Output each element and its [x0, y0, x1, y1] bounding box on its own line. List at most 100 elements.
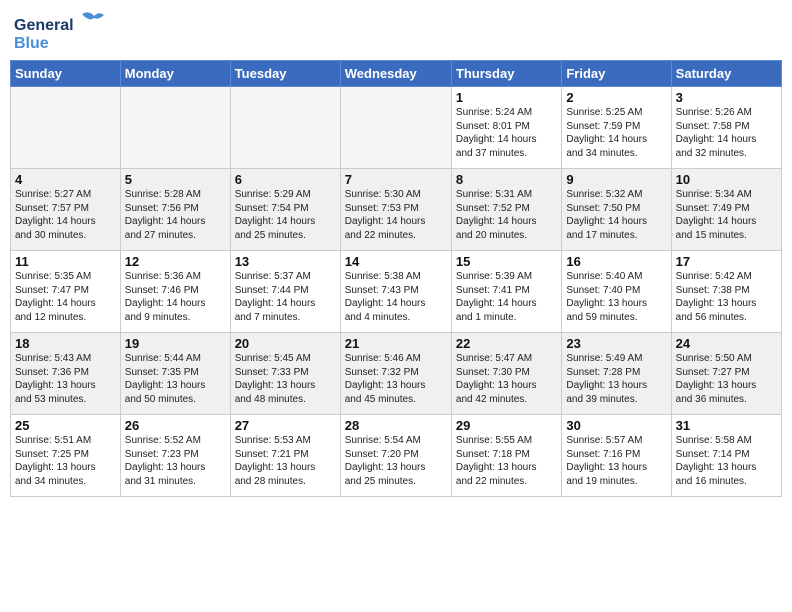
day-info: Sunrise: 5:37 AM Sunset: 7:44 PM Dayligh…: [235, 270, 336, 324]
day-number: 16: [566, 254, 666, 269]
day-info: Sunrise: 5:34 AM Sunset: 7:49 PM Dayligh…: [676, 188, 777, 242]
table-row: 18Sunrise: 5:43 AM Sunset: 7:36 PM Dayli…: [11, 333, 121, 415]
day-info: Sunrise: 5:35 AM Sunset: 7:47 PM Dayligh…: [15, 270, 116, 324]
logo: GeneralBlue: [14, 10, 104, 54]
calendar-header-monday: Monday: [120, 61, 230, 87]
day-info: Sunrise: 5:36 AM Sunset: 7:46 PM Dayligh…: [125, 270, 226, 324]
day-info: Sunrise: 5:46 AM Sunset: 7:32 PM Dayligh…: [345, 352, 447, 406]
table-row: 22Sunrise: 5:47 AM Sunset: 7:30 PM Dayli…: [451, 333, 561, 415]
day-number: 25: [15, 418, 116, 433]
day-info: Sunrise: 5:27 AM Sunset: 7:57 PM Dayligh…: [15, 188, 116, 242]
table-row: 21Sunrise: 5:46 AM Sunset: 7:32 PM Dayli…: [340, 333, 451, 415]
calendar-week-row: 1Sunrise: 5:24 AM Sunset: 8:01 PM Daylig…: [11, 87, 782, 169]
table-row: 19Sunrise: 5:44 AM Sunset: 7:35 PM Dayli…: [120, 333, 230, 415]
day-info: Sunrise: 5:38 AM Sunset: 7:43 PM Dayligh…: [345, 270, 447, 324]
day-number: 7: [345, 172, 447, 187]
day-info: Sunrise: 5:28 AM Sunset: 7:56 PM Dayligh…: [125, 188, 226, 242]
table-row: 30Sunrise: 5:57 AM Sunset: 7:16 PM Dayli…: [562, 415, 671, 497]
day-info: Sunrise: 5:53 AM Sunset: 7:21 PM Dayligh…: [235, 434, 336, 488]
table-row: 8Sunrise: 5:31 AM Sunset: 7:52 PM Daylig…: [451, 169, 561, 251]
day-number: 18: [15, 336, 116, 351]
day-info: Sunrise: 5:57 AM Sunset: 7:16 PM Dayligh…: [566, 434, 666, 488]
day-info: Sunrise: 5:39 AM Sunset: 7:41 PM Dayligh…: [456, 270, 557, 324]
page-header: GeneralBlue: [10, 10, 782, 54]
table-row: 1Sunrise: 5:24 AM Sunset: 8:01 PM Daylig…: [451, 87, 561, 169]
calendar-week-row: 11Sunrise: 5:35 AM Sunset: 7:47 PM Dayli…: [11, 251, 782, 333]
table-row: 17Sunrise: 5:42 AM Sunset: 7:38 PM Dayli…: [671, 251, 781, 333]
day-info: Sunrise: 5:54 AM Sunset: 7:20 PM Dayligh…: [345, 434, 447, 488]
day-number: 3: [676, 90, 777, 105]
day-info: Sunrise: 5:43 AM Sunset: 7:36 PM Dayligh…: [15, 352, 116, 406]
day-number: 20: [235, 336, 336, 351]
day-number: 28: [345, 418, 447, 433]
table-row: 12Sunrise: 5:36 AM Sunset: 7:46 PM Dayli…: [120, 251, 230, 333]
day-number: 17: [676, 254, 777, 269]
table-row: 20Sunrise: 5:45 AM Sunset: 7:33 PM Dayli…: [230, 333, 340, 415]
calendar-header-saturday: Saturday: [671, 61, 781, 87]
table-row: 16Sunrise: 5:40 AM Sunset: 7:40 PM Dayli…: [562, 251, 671, 333]
calendar-header-tuesday: Tuesday: [230, 61, 340, 87]
svg-text:Blue: Blue: [14, 35, 49, 52]
table-row: [11, 87, 121, 169]
day-number: 22: [456, 336, 557, 351]
day-number: 2: [566, 90, 666, 105]
day-number: 14: [345, 254, 447, 269]
table-row: 27Sunrise: 5:53 AM Sunset: 7:21 PM Dayli…: [230, 415, 340, 497]
table-row: 3Sunrise: 5:26 AM Sunset: 7:58 PM Daylig…: [671, 87, 781, 169]
day-info: Sunrise: 5:32 AM Sunset: 7:50 PM Dayligh…: [566, 188, 666, 242]
day-info: Sunrise: 5:29 AM Sunset: 7:54 PM Dayligh…: [235, 188, 336, 242]
day-number: 12: [125, 254, 226, 269]
table-row: 25Sunrise: 5:51 AM Sunset: 7:25 PM Dayli…: [11, 415, 121, 497]
table-row: 28Sunrise: 5:54 AM Sunset: 7:20 PM Dayli…: [340, 415, 451, 497]
day-number: 23: [566, 336, 666, 351]
day-number: 19: [125, 336, 226, 351]
day-number: 13: [235, 254, 336, 269]
day-info: Sunrise: 5:24 AM Sunset: 8:01 PM Dayligh…: [456, 106, 557, 160]
table-row: 29Sunrise: 5:55 AM Sunset: 7:18 PM Dayli…: [451, 415, 561, 497]
table-row: 6Sunrise: 5:29 AM Sunset: 7:54 PM Daylig…: [230, 169, 340, 251]
table-row: 14Sunrise: 5:38 AM Sunset: 7:43 PM Dayli…: [340, 251, 451, 333]
day-number: 9: [566, 172, 666, 187]
day-info: Sunrise: 5:51 AM Sunset: 7:25 PM Dayligh…: [15, 434, 116, 488]
table-row: 2Sunrise: 5:25 AM Sunset: 7:59 PM Daylig…: [562, 87, 671, 169]
day-number: 1: [456, 90, 557, 105]
table-row: 10Sunrise: 5:34 AM Sunset: 7:49 PM Dayli…: [671, 169, 781, 251]
day-number: 30: [566, 418, 666, 433]
calendar-week-row: 4Sunrise: 5:27 AM Sunset: 7:57 PM Daylig…: [11, 169, 782, 251]
calendar-week-row: 18Sunrise: 5:43 AM Sunset: 7:36 PM Dayli…: [11, 333, 782, 415]
day-info: Sunrise: 5:55 AM Sunset: 7:18 PM Dayligh…: [456, 434, 557, 488]
calendar-week-row: 25Sunrise: 5:51 AM Sunset: 7:25 PM Dayli…: [11, 415, 782, 497]
table-row: 11Sunrise: 5:35 AM Sunset: 7:47 PM Dayli…: [11, 251, 121, 333]
day-number: 27: [235, 418, 336, 433]
day-info: Sunrise: 5:31 AM Sunset: 7:52 PM Dayligh…: [456, 188, 557, 242]
table-row: 24Sunrise: 5:50 AM Sunset: 7:27 PM Dayli…: [671, 333, 781, 415]
logo-svg: GeneralBlue: [14, 10, 104, 54]
day-info: Sunrise: 5:42 AM Sunset: 7:38 PM Dayligh…: [676, 270, 777, 324]
day-info: Sunrise: 5:44 AM Sunset: 7:35 PM Dayligh…: [125, 352, 226, 406]
day-number: 5: [125, 172, 226, 187]
table-row: 31Sunrise: 5:58 AM Sunset: 7:14 PM Dayli…: [671, 415, 781, 497]
calendar-header-thursday: Thursday: [451, 61, 561, 87]
calendar-header-friday: Friday: [562, 61, 671, 87]
day-info: Sunrise: 5:47 AM Sunset: 7:30 PM Dayligh…: [456, 352, 557, 406]
day-number: 26: [125, 418, 226, 433]
day-number: 24: [676, 336, 777, 351]
table-row: 23Sunrise: 5:49 AM Sunset: 7:28 PM Dayli…: [562, 333, 671, 415]
day-number: 10: [676, 172, 777, 187]
day-number: 11: [15, 254, 116, 269]
calendar-header-wednesday: Wednesday: [340, 61, 451, 87]
table-row: [230, 87, 340, 169]
table-row: 15Sunrise: 5:39 AM Sunset: 7:41 PM Dayli…: [451, 251, 561, 333]
day-number: 21: [345, 336, 447, 351]
day-number: 29: [456, 418, 557, 433]
day-number: 8: [456, 172, 557, 187]
table-row: 9Sunrise: 5:32 AM Sunset: 7:50 PM Daylig…: [562, 169, 671, 251]
svg-text:General: General: [14, 17, 74, 34]
calendar-header-sunday: Sunday: [11, 61, 121, 87]
calendar-table: SundayMondayTuesdayWednesdayThursdayFrid…: [10, 60, 782, 497]
day-number: 6: [235, 172, 336, 187]
table-row: [120, 87, 230, 169]
day-info: Sunrise: 5:40 AM Sunset: 7:40 PM Dayligh…: [566, 270, 666, 324]
day-info: Sunrise: 5:30 AM Sunset: 7:53 PM Dayligh…: [345, 188, 447, 242]
table-row: 26Sunrise: 5:52 AM Sunset: 7:23 PM Dayli…: [120, 415, 230, 497]
